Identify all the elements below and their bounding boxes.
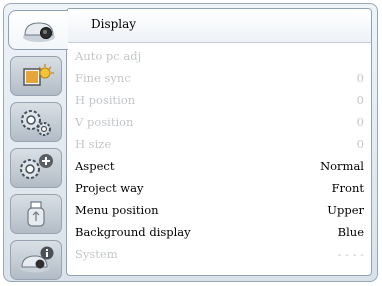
expanded-setting-icon (17, 152, 55, 184)
image-adjust-icon (18, 61, 54, 91)
menu-item-label: Fine sync (75, 71, 131, 85)
menu-item-value: 0 (356, 71, 364, 85)
menu-item-value: Normal (320, 159, 364, 173)
menu-item-value: Upper (327, 203, 364, 217)
menu-item-label: System (75, 247, 118, 261)
menu-item-label: Project way (75, 181, 144, 195)
tab-usb-memory[interactable] (10, 194, 62, 234)
panel-header: Display (67, 9, 371, 43)
menu-item-value: Blue (337, 225, 364, 239)
menu-item-menu-position[interactable]: Menu position Upper (67, 200, 371, 222)
tab-expanded-setting[interactable] (10, 148, 62, 188)
menu-item-value: - - - - (337, 247, 364, 261)
menu-item-auto-pc-adj[interactable]: Auto pc adj (67, 46, 371, 68)
menu-item-fine-sync[interactable]: Fine sync 0 (67, 68, 371, 90)
menu-item-label: Auto pc adj (75, 49, 142, 63)
menu-item-system[interactable]: System - - - - (67, 244, 371, 266)
page-title: Display (91, 17, 137, 31)
menu-item-background-display[interactable]: Background display Blue (67, 222, 371, 244)
menu-item-project-way[interactable]: Project way Front (67, 178, 371, 200)
usb-memory-icon (21, 198, 51, 230)
display-icon (19, 17, 59, 43)
information-icon (16, 245, 56, 275)
menu-item-label: V position (75, 115, 134, 129)
menu-item-value: 0 (356, 137, 364, 151)
tab-display[interactable] (8, 10, 68, 50)
menu-item-label: Aspect (75, 159, 115, 173)
menu-item-aspect[interactable]: Aspect Normal (67, 156, 371, 178)
menu-item-value: 0 (356, 115, 364, 129)
menu-sidebar (6, 8, 68, 280)
menu-item-label: Menu position (75, 203, 159, 217)
menu-item-value: 0 (356, 93, 364, 107)
tab-setting[interactable] (10, 102, 62, 142)
setting-gear-icon (18, 106, 54, 138)
menu-item-value: Front (331, 181, 364, 195)
display-menu-panel: Display Auto pc adj Fine sync 0 H positi… (66, 8, 372, 276)
menu-item-label: H position (75, 93, 136, 107)
menu-item-h-size[interactable]: H size 0 (67, 134, 371, 156)
menu-item-label: Background display (75, 225, 191, 239)
menu-item-h-position[interactable]: H position 0 (67, 90, 371, 112)
menu-item-v-position[interactable]: V position 0 (67, 112, 371, 134)
tab-image-adjust[interactable] (10, 56, 62, 96)
menu-item-label: H size (75, 137, 112, 151)
tab-information[interactable] (10, 240, 62, 280)
